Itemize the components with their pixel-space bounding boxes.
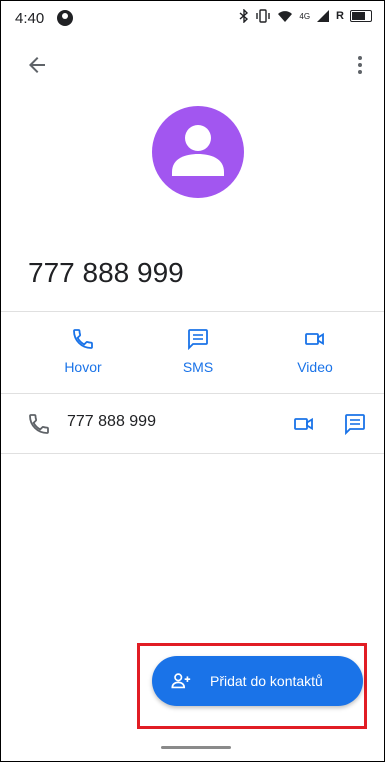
video-icon[interactable] (292, 412, 316, 436)
person-add-icon (171, 673, 191, 689)
divider (1, 311, 384, 312)
account-icon (57, 10, 73, 26)
divider (1, 393, 384, 394)
gesture-nav-handle[interactable] (161, 746, 231, 749)
status-icons: 4G R (239, 9, 372, 23)
status-bar: 4:40 4G R (1, 1, 384, 37)
signal-icon (317, 10, 330, 22)
phone-icon (73, 329, 93, 349)
vibrate-icon (256, 9, 271, 23)
call-action-button[interactable]: Hovor (38, 327, 128, 375)
number-row-text[interactable]: 777 888 999 (67, 413, 156, 431)
bluetooth-icon (239, 9, 249, 23)
status-time: 4:40 (15, 10, 45, 27)
more-vert-icon[interactable] (348, 53, 372, 77)
phone-screen: 4:40 4G R 777 888 999 Hovor SMS Video 77… (0, 0, 385, 762)
contact-avatar (152, 106, 244, 198)
sms-action-label: SMS (182, 359, 214, 375)
sms-action-button[interactable]: SMS (153, 327, 243, 375)
video-action-button[interactable]: Video (270, 327, 360, 375)
phone-icon (29, 414, 49, 434)
roaming-indicator: R (336, 10, 344, 22)
person-icon (172, 125, 224, 176)
add-to-contacts-label: Přidat do kontaktů (210, 673, 323, 689)
message-icon (188, 329, 208, 351)
wifi-icon (278, 11, 293, 22)
arrow-back-icon[interactable] (25, 53, 49, 77)
video-action-label: Video (297, 359, 333, 375)
add-to-contacts-button[interactable]: Přidat do kontaktů (152, 656, 363, 706)
network-type: 4G (299, 11, 311, 21)
message-icon[interactable] (343, 412, 367, 436)
battery-icon (350, 10, 372, 22)
call-action-label: Hovor (64, 359, 102, 375)
contact-phone-number: 777 888 999 (28, 257, 184, 288)
video-icon (305, 332, 324, 346)
divider (1, 453, 384, 454)
